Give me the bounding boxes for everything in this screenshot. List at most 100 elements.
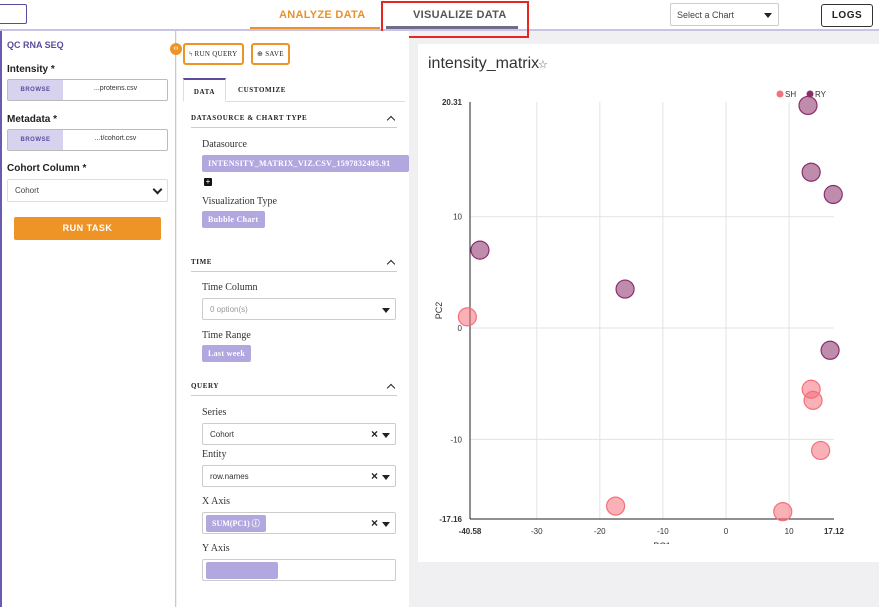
intensity-file-input[interactable]: BROWSE ...proteins.csv [7, 79, 168, 101]
data-point-ry [798, 95, 818, 116]
x-axis-label: X Axis [202, 496, 231, 507]
query-panel: ϟ RUN QUERY ⊕ SAVE DATA CUSTOMIZE DATASO… [177, 31, 409, 607]
run-query-label: RUN QUERY [194, 50, 238, 58]
data-point-ry [823, 184, 843, 205]
metadata-file-input[interactable]: BROWSE ...t/cohort.csv [7, 129, 168, 151]
y-tick-label: 20.31 [442, 98, 463, 107]
series-select[interactable]: Cohort × [202, 423, 396, 445]
plus-circle-icon: ⊕ [257, 50, 264, 58]
y-tick-label: 10 [453, 213, 462, 222]
save-label: SAVE [265, 50, 284, 58]
y-axis-select[interactable] [202, 559, 396, 581]
chevron-up-icon [386, 259, 396, 269]
y-tick-label: -17.16 [439, 515, 462, 524]
datasource-pill[interactable]: INTENSITY_MATRIX_VIZ.CSV_1597832405.91 [202, 155, 409, 172]
data-point-sh [457, 307, 477, 327]
x-tick-label: -10 [657, 527, 669, 536]
y-axis-metric-pill[interactable] [206, 562, 278, 579]
visualization-type-pill[interactable]: Bubble Chart [202, 211, 265, 228]
entity-label: Entity [202, 449, 227, 460]
x-axis-select[interactable]: SUM(PC1) ⓘ × [202, 512, 396, 534]
x-tick-label: 17.12 [824, 527, 845, 536]
section-time-header[interactable]: TIME [191, 252, 397, 272]
time-column-select[interactable]: 0 option(s) [202, 298, 396, 320]
cohort-column-select[interactable]: Cohort [7, 179, 168, 202]
plus-square-icon[interactable]: + [204, 178, 212, 186]
entity-select[interactable]: row.names × [202, 465, 396, 487]
chart-select-value: Select a Chart [677, 10, 735, 20]
chevron-down-icon [152, 184, 163, 195]
x-tick-label: -40.58 [459, 527, 482, 536]
task-sidebar: QC RNA SEQ Intensity * BROWSE ...protein… [0, 31, 176, 607]
logs-button[interactable]: LOGS [821, 4, 873, 27]
data-point-sh [606, 496, 626, 516]
intensity-label: Intensity * [7, 64, 55, 75]
y-tick-label: 0 [458, 324, 463, 333]
tab-customize[interactable]: CUSTOMIZE [238, 78, 286, 102]
data-point-sh [811, 440, 831, 461]
task-title: QC RNA SEQ [7, 40, 64, 50]
x-axis-metric-value: SUM(PC1) [212, 519, 250, 528]
visualization-type-label: Visualization Type [202, 196, 277, 207]
legend-label-sh: SH [785, 90, 796, 99]
intensity-browse-button[interactable]: BROWSE [8, 80, 63, 100]
caret-down-icon [382, 433, 390, 438]
save-button[interactable]: ⊕ SAVE [251, 43, 290, 65]
bottom-background [409, 562, 879, 607]
datasource-label: Datasource [202, 139, 247, 150]
run-task-button[interactable]: RUN TASK [14, 217, 161, 240]
legend-swatch-ry [806, 90, 814, 98]
time-column-label: Time Column [202, 282, 258, 293]
metadata-label: Metadata * [7, 114, 58, 125]
data-point-ry [615, 279, 635, 299]
x-tick-label: -20 [594, 527, 606, 536]
clear-icon[interactable]: × [371, 516, 378, 530]
section-query-header[interactable]: QUERY [191, 376, 397, 396]
entity-value: row.names [210, 472, 249, 481]
top-left-field[interactable] [0, 4, 27, 24]
section-datasource-header[interactable]: DATASOURCE & CHART TYPE [191, 108, 397, 128]
data-point-ry [820, 340, 840, 360]
x-axis-title: PC1 [653, 541, 671, 544]
caret-down-icon [764, 13, 772, 18]
time-column-placeholder: 0 option(s) [210, 305, 248, 314]
cohort-column-label: Cohort Column * [7, 163, 87, 174]
chart-panel: intensity_matrix ☆ -40.58 -30 -20 -10 0 10 17.… [418, 44, 879, 562]
time-range-pill[interactable]: Last week [202, 345, 252, 362]
panel-tabs: DATA CUSTOMIZE [183, 78, 405, 102]
x-axis-metric-pill[interactable]: SUM(PC1) ⓘ [206, 515, 266, 532]
caret-down-icon [382, 522, 390, 527]
time-range-label: Time Range [202, 330, 251, 341]
y-tick-label: -10 [450, 435, 462, 444]
metadata-file-name: ...t/cohort.csv [94, 135, 137, 142]
legend-label-ry: RY [815, 90, 827, 99]
caret-down-icon [382, 308, 390, 313]
clear-icon[interactable]: × [371, 427, 378, 441]
chevron-up-icon [386, 383, 396, 393]
intensity-file-name: ...proteins.csv [93, 85, 138, 92]
legend-swatch-sh [776, 90, 784, 98]
caret-down-icon [382, 475, 390, 480]
bubble-chart: -40.58 -30 -20 -10 0 10 17.12 -17.16 -10 0 10 20.31… [434, 90, 845, 544]
info-icon: ⓘ [251, 519, 260, 528]
clear-icon[interactable]: × [371, 469, 378, 483]
x-tick-label: -30 [531, 527, 543, 536]
section-datasource-title: DATASOURCE & CHART TYPE [191, 114, 308, 122]
cohort-column-value: Cohort [15, 186, 40, 195]
x-tick-label: 10 [785, 527, 794, 536]
run-query-button[interactable]: ϟ RUN QUERY [183, 43, 244, 65]
section-time-title: TIME [191, 258, 213, 266]
data-point-ry [470, 240, 490, 260]
data-point-ry [801, 162, 821, 182]
chevron-up-icon [386, 115, 396, 125]
chart-type-select[interactable]: Select a Chart [670, 3, 779, 26]
tab-analyze-data[interactable]: ANALYZE DATA [279, 9, 366, 21]
section-query-title: QUERY [191, 382, 220, 390]
data-point-sh [773, 502, 793, 522]
collapse-arrows-icon[interactable]: ‹› [170, 43, 182, 55]
metadata-browse-button[interactable]: BROWSE [8, 130, 63, 150]
y-axis-label: Y Axis [202, 543, 230, 554]
tab-analyze-underline [250, 27, 380, 29]
lightning-icon: ϟ [189, 50, 193, 58]
tab-data[interactable]: DATA [183, 78, 226, 102]
